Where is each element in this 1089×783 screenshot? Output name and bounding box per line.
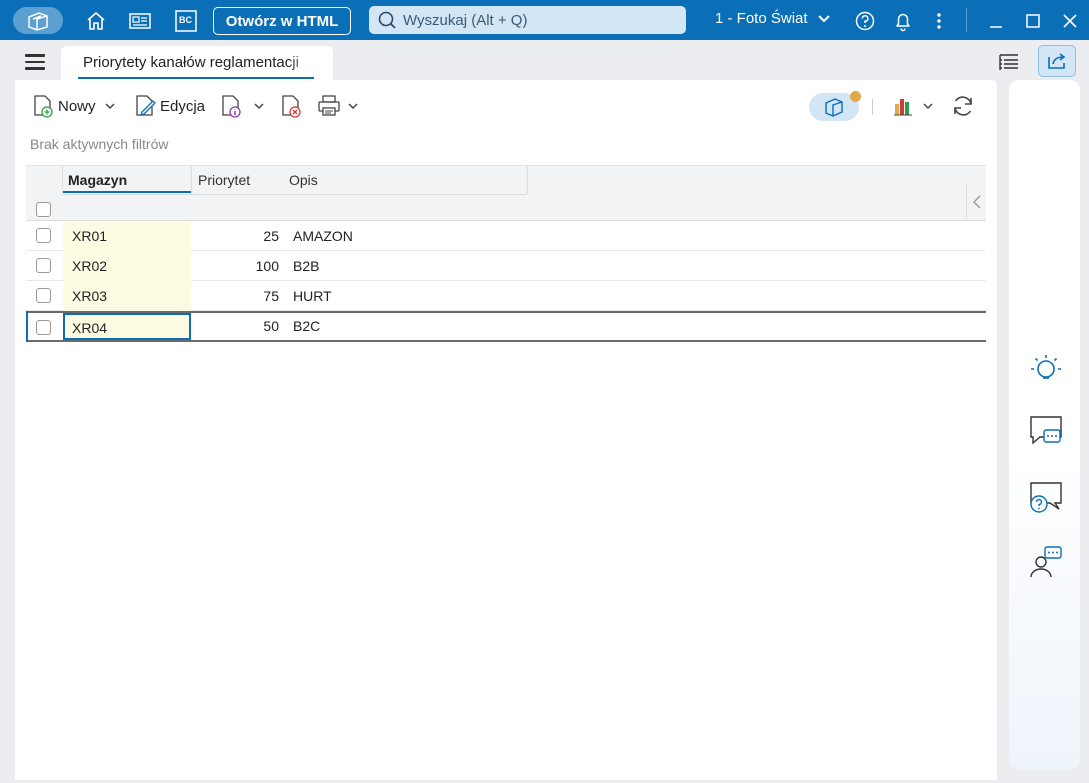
cell-priorytet[interactable]: 50 xyxy=(191,313,279,340)
chart-button[interactable] xyxy=(892,93,933,119)
workspace-badge[interactable] xyxy=(809,91,861,121)
col-header-magazyn[interactable]: Magazyn xyxy=(68,172,127,188)
search-input[interactable] xyxy=(403,11,673,29)
chevron-down-icon xyxy=(105,103,115,110)
close-icon[interactable] xyxy=(1057,8,1083,34)
chart-icon xyxy=(894,99,912,116)
company-name: 1 - Foto Świat xyxy=(715,10,808,27)
chevron-left-icon xyxy=(972,195,980,209)
help-chat-icon[interactable] xyxy=(1028,480,1064,516)
cell-opis[interactable]: HURT xyxy=(293,281,332,311)
header-divider xyxy=(62,166,63,194)
chevron-down-icon xyxy=(254,103,264,110)
chat-icon[interactable] xyxy=(1028,414,1064,450)
header-divider xyxy=(527,166,528,194)
app-logo-icon[interactable] xyxy=(13,7,63,34)
share-button[interactable] xyxy=(1038,45,1076,77)
col-header-priorytet[interactable]: Priorytet xyxy=(198,172,250,188)
table-row[interactable]: XR02 100 B2B xyxy=(26,251,986,281)
toolbar-divider xyxy=(872,99,873,115)
lightbulb-icon[interactable] xyxy=(1028,350,1064,386)
grid-header: Magazyn Priorytet Opis xyxy=(26,165,986,221)
hamburger-icon[interactable] xyxy=(25,54,45,70)
minimize-icon[interactable] xyxy=(983,8,1009,34)
home-icon[interactable] xyxy=(83,8,109,34)
tab-active-indicator xyxy=(78,77,314,79)
cell-priorytet[interactable]: 75 xyxy=(191,281,279,311)
titlebar-divider xyxy=(966,8,967,32)
main-window: Priorytety kanałów reglamentacji Nowy Ed… xyxy=(3,40,1086,780)
cell-opis[interactable]: AMAZON xyxy=(293,221,353,251)
notification-dot xyxy=(850,91,861,102)
cell-magazyn[interactable]: XR03 xyxy=(63,281,191,311)
print-button[interactable] xyxy=(317,93,358,119)
print-icon xyxy=(318,95,340,116)
delete-button[interactable] xyxy=(279,93,303,119)
cell-priorytet[interactable]: 25 xyxy=(191,221,279,251)
new-button-label: Nowy xyxy=(58,97,96,115)
chevron-down-icon xyxy=(923,103,933,110)
assistant-side-panel xyxy=(1009,80,1080,770)
edit-button-label: Edycja xyxy=(160,97,206,115)
company-selector[interactable]: 1 - Foto Świat xyxy=(715,10,830,27)
help-icon[interactable] xyxy=(852,8,878,34)
open-html-button[interactable]: Otwórz w HTML xyxy=(213,7,351,35)
header-divider xyxy=(191,166,192,194)
new-dropdown[interactable] xyxy=(105,93,115,119)
bc-icon[interactable]: BC xyxy=(173,8,199,34)
news-icon[interactable] xyxy=(127,8,153,34)
support-icon[interactable] xyxy=(1028,544,1064,580)
select-all-checkbox[interactable] xyxy=(36,202,51,217)
cell-magazyn[interactable]: XR02 xyxy=(63,251,191,281)
cell-priorytet[interactable]: 100 xyxy=(191,251,279,281)
cell-opis[interactable]: B2B xyxy=(293,251,319,281)
share-icon xyxy=(1048,53,1066,69)
table-row[interactable]: XR01 25 AMAZON xyxy=(26,221,986,251)
row-checkbox[interactable] xyxy=(36,228,51,243)
col-header-opis[interactable]: Opis xyxy=(289,172,318,188)
table-row-selected[interactable]: XR04 50 B2C xyxy=(26,311,986,342)
header-filter-line xyxy=(62,194,527,195)
more-icon[interactable] xyxy=(926,8,952,34)
tree-list-icon[interactable] xyxy=(997,52,1021,74)
cell-magazyn[interactable]: XR01 xyxy=(63,221,191,251)
workspace-icon xyxy=(825,98,843,117)
new-doc-icon xyxy=(34,95,53,118)
row-checkbox[interactable] xyxy=(36,320,51,335)
title-bar: BC Otwórz w HTML 1 - Foto Świat xyxy=(0,0,1089,40)
row-checkbox[interactable] xyxy=(36,288,51,303)
delete-doc-icon xyxy=(282,95,301,118)
chevron-down-icon xyxy=(817,14,830,22)
tab-label: Priorytety kanałów reglamentacji xyxy=(83,54,299,71)
info-button[interactable] xyxy=(219,93,264,119)
collapse-panel-arrow[interactable] xyxy=(966,184,986,220)
info-doc-icon xyxy=(222,95,241,118)
edit-doc-icon xyxy=(136,95,156,117)
bell-icon[interactable] xyxy=(890,8,916,34)
chevron-down-icon xyxy=(348,103,358,110)
refresh-button[interactable] xyxy=(950,93,976,119)
content-panel: Nowy Edycja Brak aktywnych filtrów Magaz… xyxy=(15,80,997,780)
search-icon xyxy=(378,11,396,29)
cell-magazyn[interactable]: XR04 xyxy=(63,313,191,340)
maximize-icon[interactable] xyxy=(1020,8,1046,34)
tab-priorytety[interactable]: Priorytety kanałów reglamentacji xyxy=(61,46,333,80)
filter-status: Brak aktywnych filtrów xyxy=(30,136,169,152)
table-row[interactable]: XR03 75 HURT xyxy=(26,281,986,311)
data-grid: Magazyn Priorytet Opis XR01 25 AMAZON XR… xyxy=(26,165,986,342)
row-checkbox[interactable] xyxy=(36,258,51,273)
sort-indicator xyxy=(63,191,191,193)
cell-opis[interactable]: B2C xyxy=(293,313,320,340)
new-button[interactable]: Nowy xyxy=(31,93,96,119)
search-box[interactable] xyxy=(369,6,686,34)
refresh-icon xyxy=(954,96,972,116)
edit-button[interactable]: Edycja xyxy=(133,93,205,119)
